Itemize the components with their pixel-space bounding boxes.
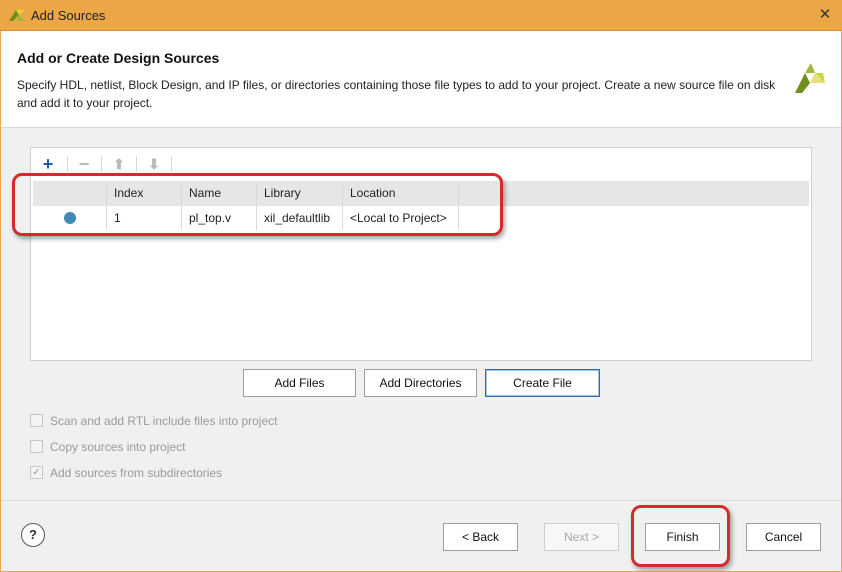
copy-sources-checkbox[interactable] bbox=[30, 440, 43, 453]
add-icon[interactable]: + bbox=[39, 155, 57, 173]
xilinx-logo-icon bbox=[795, 63, 825, 93]
column-header-index[interactable]: Index bbox=[107, 181, 182, 206]
page-description: Specify HDL, netlist, Block Design, and … bbox=[17, 78, 776, 110]
column-header-status[interactable] bbox=[33, 181, 107, 206]
close-icon[interactable]: ✕ bbox=[817, 7, 833, 23]
scan-rtl-label: Scan and add RTL include files into proj… bbox=[50, 414, 278, 428]
index-cell: 1 bbox=[107, 206, 182, 230]
table-toolbar: + − ⬆ ⬇ bbox=[31, 148, 811, 180]
status-dot-icon bbox=[64, 212, 76, 224]
scan-rtl-checkbox[interactable] bbox=[30, 414, 43, 427]
finish-button[interactable]: Finish bbox=[645, 523, 720, 551]
add-directories-button[interactable]: Add Directories bbox=[364, 369, 477, 397]
location-cell: <Local to Project> bbox=[343, 206, 459, 230]
remove-icon[interactable]: − bbox=[75, 155, 93, 173]
page-title: Add or Create Design Sources bbox=[17, 50, 220, 66]
toolbar-separator bbox=[171, 156, 172, 172]
copy-sources-label: Copy sources into project bbox=[50, 440, 186, 454]
library-cell[interactable]: xil_defaultlib bbox=[257, 206, 343, 230]
add-files-button[interactable]: Add Files bbox=[243, 369, 356, 397]
name-cell: pl_top.v bbox=[182, 206, 257, 230]
toolbar-separator bbox=[136, 156, 137, 172]
vivado-logo-icon bbox=[9, 10, 25, 21]
add-subdirectories-label: Add sources from subdirectories bbox=[50, 466, 223, 480]
page-header: Add or Create Design Sources Specify HDL… bbox=[1, 31, 841, 128]
table-row[interactable]: 1 pl_top.v xil_defaultlib <Local to Proj… bbox=[33, 206, 809, 230]
move-down-icon[interactable]: ⬇ bbox=[145, 155, 163, 173]
window-title: Add Sources bbox=[31, 8, 106, 23]
toolbar-separator bbox=[67, 156, 68, 172]
footer-divider bbox=[1, 500, 841, 501]
sources-table-panel: + − ⬆ ⬇ Index Name Library Location 1 pl… bbox=[30, 147, 812, 361]
status-cell bbox=[33, 206, 107, 230]
move-up-icon[interactable]: ⬆ bbox=[110, 155, 128, 173]
back-button[interactable]: < Back bbox=[443, 523, 518, 551]
title-bar: Add Sources ✕ bbox=[0, 0, 842, 31]
next-button[interactable]: Next > bbox=[544, 523, 619, 551]
column-header-name[interactable]: Name bbox=[182, 181, 257, 206]
help-icon[interactable]: ? bbox=[21, 523, 45, 547]
column-header-location[interactable]: Location bbox=[343, 181, 459, 206]
add-subdirectories-checkbox[interactable]: ✓ bbox=[30, 466, 43, 479]
cancel-button[interactable]: Cancel bbox=[746, 523, 821, 551]
create-file-button[interactable]: Create File bbox=[485, 369, 600, 397]
column-header-library[interactable]: Library bbox=[257, 181, 343, 206]
toolbar-separator bbox=[101, 156, 102, 172]
table-header-row: Index Name Library Location bbox=[33, 181, 809, 206]
